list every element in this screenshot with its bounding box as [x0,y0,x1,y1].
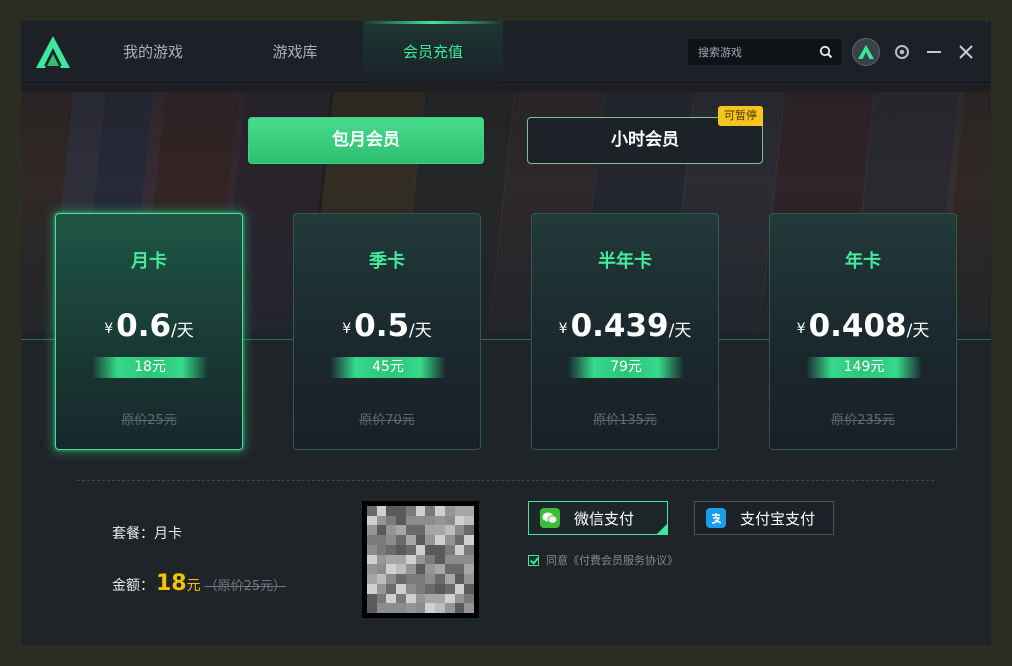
agreement-checkbox[interactable] [528,554,539,566]
tab-my-games[interactable]: 我的游戏 [101,21,205,83]
plan-daily-price: ¥0.408/天 [770,308,956,344]
plan-original-price: 原价25元 [121,413,177,428]
tab-game-library[interactable]: 游戏库 [243,21,347,83]
price-per-day: 0.439 [570,308,669,344]
search-box [688,39,841,65]
close-icon[interactable] [956,42,976,62]
agreement-text[interactable]: 同意《付费会员服务协议》 [546,552,678,568]
price-unit: /天 [668,321,692,341]
currency-symbol: ¥ [104,321,114,337]
plan-card-quarterly[interactable]: 季卡 ¥0.5/天 45元 原价70元 [293,213,481,450]
package-value: 月卡 [154,526,182,542]
monthly-membership-label: 包月会员 [332,130,400,150]
section-divider [77,480,934,481]
plan-name: 半年卡 [598,251,652,272]
wechat-pay-button[interactable]: 微信支付 [528,501,668,535]
title-bar: 我的游戏 游戏库 会员充值 [21,21,991,83]
amount-unit: 元 [186,578,201,594]
avatar-logo-icon [858,45,874,59]
tab-membership-recharge[interactable]: 会员充值 [363,21,503,83]
price-per-day: 0.6 [116,308,172,344]
currency-symbol: ¥ [558,321,568,337]
pausable-badge: 可暂停 [718,106,763,126]
minimize-icon[interactable] [924,42,944,62]
alipay-button[interactable]: 支付宝支付 [694,501,834,535]
hourly-membership-button[interactable]: 小时会员 可暂停 [527,106,763,164]
plan-name: 季卡 [369,251,405,272]
payment-qr-code [362,501,479,618]
currency-symbol: ¥ [796,321,806,337]
package-summary: 套餐：月卡 [112,523,182,543]
amount-value: 18 [156,571,187,596]
price-unit: /天 [171,321,194,341]
app-window: 我的游戏 游戏库 会员充值 包月会员 [21,21,991,645]
amount-label: 金额： [112,578,154,594]
plan-original-price: 原价235元 [831,413,895,428]
logo-icon [36,36,70,68]
amount-summary: 金额： 18 元（原价25元） [112,571,286,596]
alipay-icon [706,508,726,528]
price-per-day: 0.5 [354,308,410,344]
package-label: 套餐： [112,526,154,542]
service-agreement: 同意《付费会员服务协议》 [528,552,678,568]
amount-original-price: （原价25元） [204,579,287,594]
plan-name: 年卡 [845,251,881,272]
price-unit: /天 [906,321,930,341]
plan-card-monthly[interactable]: 月卡 ¥0.6/天 18元 原价25元 [55,213,243,450]
plan-total-price: 149元 [806,357,922,378]
search-input[interactable] [688,39,812,65]
avatar[interactable] [852,38,880,66]
price-per-day: 0.408 [808,308,907,344]
alipay-label: 支付宝支付 [740,509,816,528]
hourly-membership-label: 小时会员 [611,130,679,150]
plan-original-price: 原价135元 [593,413,657,428]
selected-corner-mark [657,524,667,534]
price-unit: /天 [409,321,432,341]
wechat-icon [540,508,560,528]
search-icon[interactable] [819,45,833,59]
settings-icon[interactable] [892,42,912,62]
plan-total-price: 79元 [568,357,684,378]
wechat-pay-label: 微信支付 [574,509,635,528]
plan-daily-price: ¥0.6/天 [56,308,242,344]
plan-daily-price: ¥0.5/天 [294,308,480,344]
plan-card-half-year[interactable]: 半年卡 ¥0.439/天 79元 原价135元 [531,213,719,450]
plan-daily-price: ¥0.439/天 [532,308,718,344]
plan-total-price: 45元 [330,357,446,378]
monthly-membership-button[interactable]: 包月会员 [248,117,484,164]
plan-original-price: 原价70元 [359,413,415,428]
plan-total-price: 18元 [92,357,208,378]
plan-name: 月卡 [131,251,167,272]
plan-card-yearly[interactable]: 年卡 ¥0.408/天 149元 原价235元 [769,213,957,450]
currency-symbol: ¥ [342,321,352,337]
